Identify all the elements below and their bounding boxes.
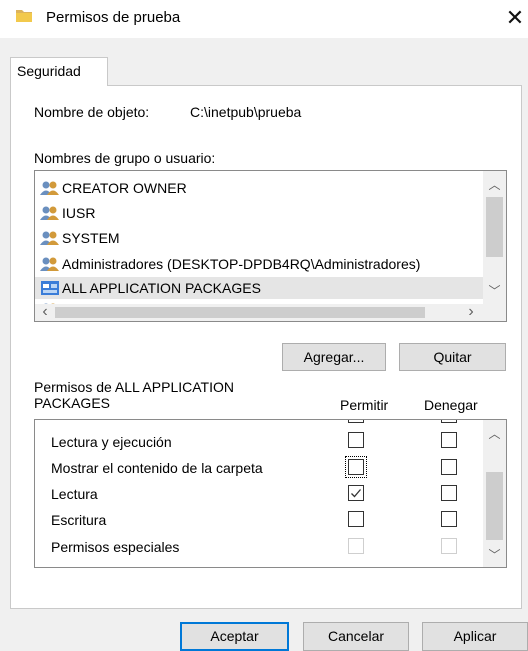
scroll-up-icon[interactable]: ︿ — [486, 177, 503, 193]
user-name: ALL APPLICATION PACKAGES — [62, 280, 261, 296]
permissions-label: Permisos de ALL APPLICATION PACKAGES — [34, 379, 234, 411]
scroll-corner — [483, 304, 506, 321]
list-item[interactable]: IUSR — [35, 202, 483, 224]
deny-checkbox[interactable] — [441, 511, 457, 527]
object-name-label: Nombre de objeto: — [34, 104, 150, 120]
window-title: Permisos de prueba — [46, 9, 181, 26]
permissions-vertical-scrollbar[interactable]: ︿ ﹀ — [483, 420, 506, 567]
deny-checkbox[interactable] — [441, 420, 457, 423]
list-item-selected[interactable]: ALL APPLICATION PACKAGES — [35, 277, 483, 299]
deny-checkbox[interactable] — [441, 459, 457, 475]
apply-button[interactable]: Aplicar — [422, 622, 528, 651]
allow-checkbox-disabled — [348, 538, 364, 554]
user-group-icon — [40, 231, 59, 245]
allow-column-header: Permitir — [340, 397, 389, 413]
user-group-icon — [40, 257, 59, 271]
user-group-icon — [40, 206, 59, 220]
permission-name: Escritura — [51, 512, 107, 528]
permission-row: Lectura y ejecución — [35, 429, 483, 455]
deny-column-header: Denegar — [424, 397, 478, 413]
cancel-button[interactable]: Cancelar — [303, 622, 409, 651]
deny-checkbox[interactable] — [441, 485, 457, 501]
permission-name: Lectura — [51, 486, 98, 502]
permission-row: Permisos especiales — [35, 534, 483, 560]
ok-button[interactable]: Aceptar — [180, 622, 289, 651]
allow-checkbox[interactable] — [348, 420, 364, 423]
user-name: Administradores (DESKTOP-DPDB4RQ\Adminis… — [62, 256, 421, 272]
allow-checkbox[interactable] — [348, 432, 364, 448]
list-item[interactable]: Administradores (DESKTOP-DPDB4RQ\Adminis… — [35, 253, 483, 275]
permission-name: Lectura y ejecución — [51, 434, 172, 450]
permissions-label-line1: Permisos de ALL APPLICATION — [34, 379, 234, 395]
allow-checkbox[interactable] — [348, 511, 364, 527]
tab-security-label: Seguridad — [17, 63, 81, 79]
app-packages-icon — [41, 281, 59, 295]
scroll-thumb[interactable] — [486, 472, 503, 540]
user-group-icon — [40, 181, 59, 195]
scroll-right-icon[interactable]: › — [463, 304, 479, 320]
scroll-up-icon[interactable]: ︿ — [486, 426, 503, 442]
permission-name: Mostrar el contenido de la carpeta — [51, 460, 263, 476]
scroll-left-icon[interactable]: ‹ — [37, 304, 53, 320]
deny-checkbox[interactable] — [441, 432, 457, 448]
list-item[interactable]: CREATOR OWNER — [35, 177, 483, 199]
folder-icon — [16, 10, 32, 22]
close-icon[interactable]: ✕ — [502, 3, 528, 33]
users-horizontal-scrollbar[interactable]: ‹ › — [35, 304, 483, 321]
scroll-down-icon[interactable]: ﹀ — [486, 283, 503, 299]
permission-name: Permisos especiales — [51, 539, 180, 555]
scroll-down-icon[interactable]: ﹀ — [486, 547, 503, 563]
scroll-thumb[interactable] — [486, 197, 503, 257]
permission-row: Mostrar el contenido de la carpeta — [35, 455, 483, 481]
scroll-thumb[interactable] — [55, 307, 425, 318]
user-name: IUSR — [62, 205, 96, 221]
list-item[interactable]: SYSTEM — [35, 227, 483, 249]
user-name: CREATOR OWNER — [62, 180, 187, 196]
object-name-value: C:\inetpub\prueba — [190, 104, 302, 120]
permissions-listbox[interactable]: Lectura y ejecución Mostrar el contenido… — [34, 419, 507, 568]
deny-checkbox-disabled — [441, 538, 457, 554]
allow-checkbox-checked[interactable] — [348, 485, 364, 501]
add-button[interactable]: Agregar... — [282, 343, 386, 371]
user-name: SYSTEM — [62, 230, 120, 246]
allow-checkbox[interactable] — [345, 456, 367, 478]
users-vertical-scrollbar[interactable]: ︿ ﹀ — [483, 171, 506, 304]
users-listbox[interactable]: CREATOR OWNER IUSR SYSTEM Administradore… — [34, 170, 507, 322]
permission-row: Escritura — [35, 507, 483, 533]
tab-security[interactable]: Seguridad — [10, 57, 108, 86]
checkmark-icon — [351, 489, 361, 498]
permissions-label-line2: PACKAGES — [34, 395, 110, 411]
users-label: Nombres de grupo o usuario: — [34, 150, 216, 166]
permission-row: Lectura — [35, 481, 483, 507]
remove-button[interactable]: Quitar — [399, 343, 506, 371]
